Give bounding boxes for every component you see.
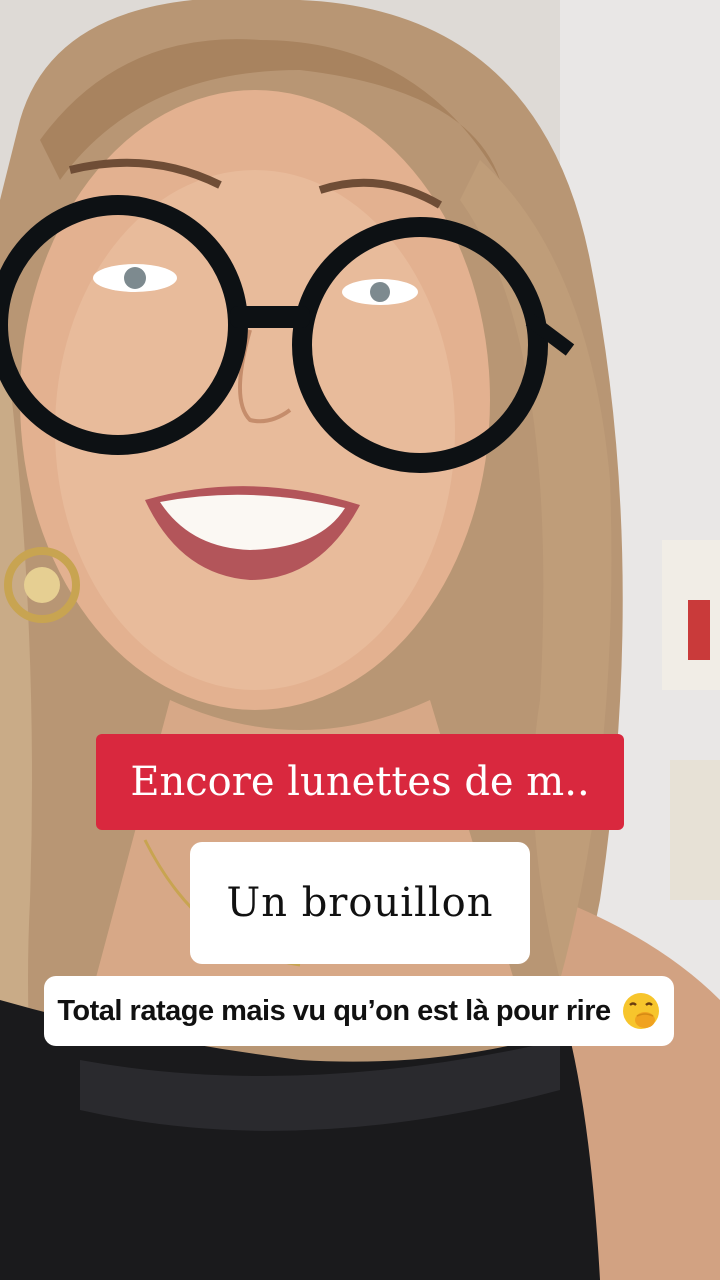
face-with-hand-over-mouth-emoji-icon [621,991,661,1031]
comment-caption-text: Total ratage mais vu qu’on est là pour r… [57,994,611,1027]
comment-caption: Total ratage mais vu qu’on est là pour r… [44,976,674,1046]
title-caption: Encore lunettes de m.. [96,734,624,830]
photo-illustration [0,0,720,1280]
subtitle-caption: Un brouillon [190,842,530,964]
background-photo [0,0,720,1280]
title-caption-text: Encore lunettes de m.. [130,759,590,805]
subtitle-caption-text: Un brouillon [226,880,494,926]
